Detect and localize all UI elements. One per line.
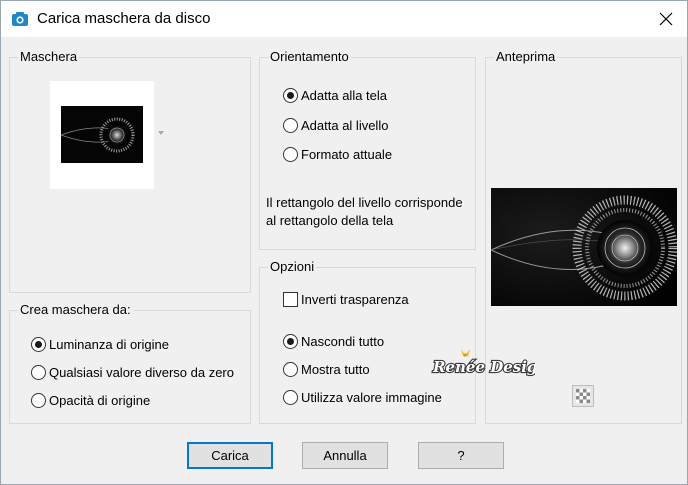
radio-show-all-label: Mostra tutto	[301, 362, 370, 377]
radio-source-opacity-label: Opacità di origine	[49, 393, 151, 408]
help-button[interactable]: ?	[418, 442, 504, 469]
create-mask-group-label: Crea maschera da:	[18, 302, 133, 317]
radio-fit-canvas-label: Adatta alla tela	[301, 88, 388, 103]
app-icon	[12, 12, 28, 26]
preview-image	[491, 188, 677, 306]
radio-use-image-value-label: Utilizza valore immagine	[301, 390, 442, 405]
radio-current-size-label: Formato attuale	[301, 147, 393, 162]
radio-show-all-dot[interactable]	[283, 362, 298, 377]
invert-transparency-checkbox[interactable]: Inverti trasparenza	[283, 292, 409, 307]
radio-use-image-value[interactable]: Utilizza valore immagine	[283, 390, 442, 405]
invert-transparency-label: Inverti trasparenza	[301, 292, 409, 307]
dialog-window: Carica maschera da disco Maschera Orient…	[0, 0, 688, 485]
radio-source-opacity-dot[interactable]	[31, 393, 46, 408]
radio-fit-layer-dot[interactable]	[283, 118, 298, 133]
cancel-button[interactable]: Annulla	[302, 442, 388, 469]
radio-hide-all-dot[interactable]	[283, 334, 298, 349]
watermark-text: Renée Design	[432, 358, 535, 376]
close-button[interactable]	[653, 7, 679, 31]
load-button[interactable]: Carica	[187, 442, 273, 469]
mask-group-label: Maschera	[18, 49, 80, 64]
radio-any-nonzero-label: Qualsiasi valore diverso da zero	[49, 365, 234, 380]
radio-fit-layer[interactable]: Adatta al livello	[283, 118, 388, 133]
radio-fit-layer-label: Adatta al livello	[301, 118, 389, 133]
radio-hide-all-label: Nascondi tutto	[301, 334, 385, 349]
checkerboard-icon	[576, 389, 590, 403]
radio-fit-canvas-dot[interactable]	[283, 88, 298, 103]
mask-dropdown-arrow-icon[interactable]	[158, 131, 164, 135]
preview-group-label: Anteprima	[494, 49, 558, 64]
radio-any-nonzero[interactable]: Qualsiasi valore diverso da zero	[31, 365, 234, 380]
radio-fit-canvas[interactable]: Adatta alla tela	[283, 88, 387, 103]
radio-hide-all[interactable]: Nascondi tutto	[283, 334, 384, 349]
radio-source-luminance-label: Luminanza di origine	[49, 337, 169, 352]
radio-current-size-dot[interactable]	[283, 147, 298, 162]
radio-source-luminance-dot[interactable]	[31, 337, 46, 352]
invert-transparency-box[interactable]	[283, 292, 298, 307]
options-group-label: Opzioni	[268, 259, 317, 274]
orientation-description: Il rettangolo del livello corrisponde al…	[266, 195, 463, 228]
transparency-toggle-button[interactable]	[572, 385, 594, 407]
mask-selector[interactable]	[50, 81, 154, 189]
mask-thumbnail	[61, 106, 143, 163]
close-icon	[659, 12, 673, 26]
radio-current-size[interactable]: Formato attuale	[283, 147, 392, 162]
radio-show-all[interactable]: Mostra tutto	[283, 362, 370, 377]
radio-any-nonzero-dot[interactable]	[31, 365, 46, 380]
renee-design-watermark: Renée Design	[431, 349, 535, 377]
orientation-group-label: Orientamento	[268, 49, 351, 64]
radio-use-image-value-dot[interactable]	[283, 390, 298, 405]
radio-source-opacity[interactable]: Opacità di origine	[31, 393, 150, 408]
title-bar[interactable]: Carica maschera da disco	[1, 1, 687, 37]
window-title: Carica maschera da disco	[37, 10, 211, 27]
radio-source-luminance[interactable]: Luminanza di origine	[31, 337, 169, 352]
